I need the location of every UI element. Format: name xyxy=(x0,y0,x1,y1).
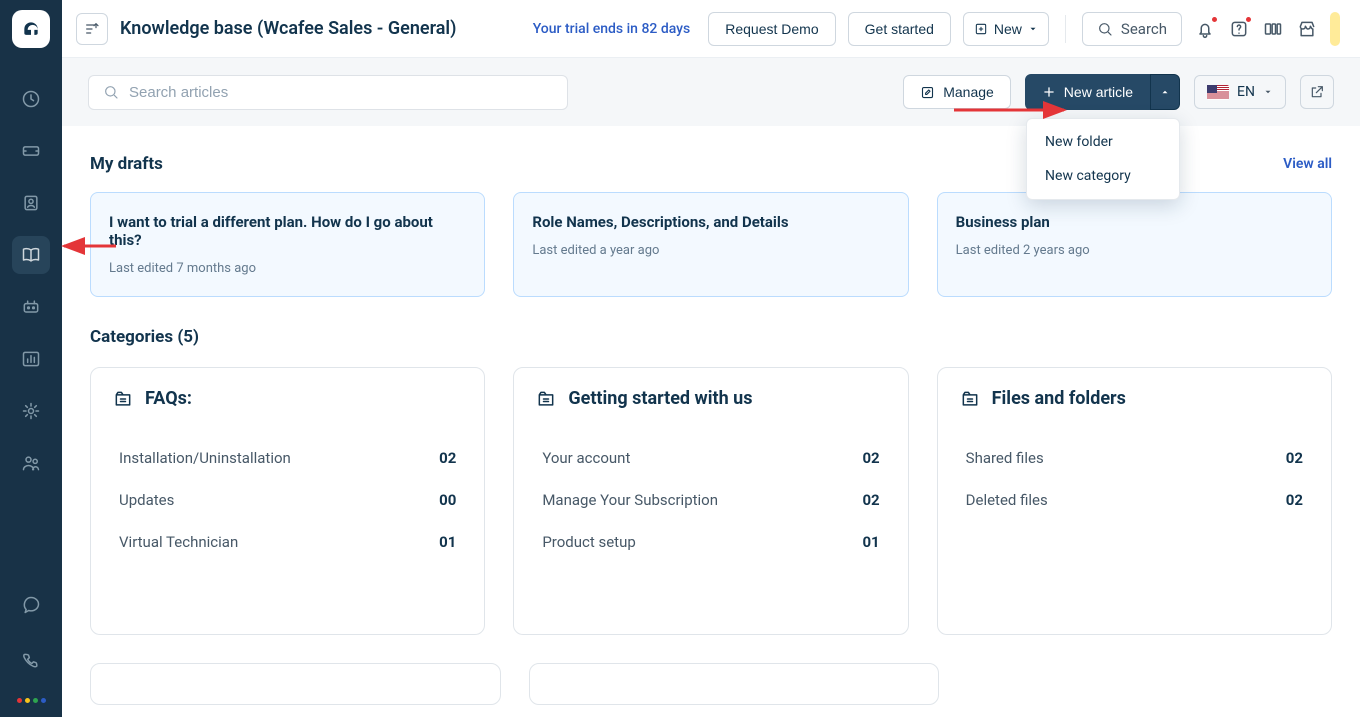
category-card[interactable] xyxy=(529,663,940,705)
language-selector[interactable]: EN xyxy=(1194,75,1286,109)
category-item[interactable]: Product setup01 xyxy=(536,521,885,563)
flag-us-icon xyxy=(1207,85,1229,100)
draft-card[interactable]: I want to trial a different plan. How do… xyxy=(90,192,485,297)
caret-up-icon xyxy=(1160,87,1170,97)
main-content: My drafts View all I want to trial a dif… xyxy=(62,126,1360,717)
new-button[interactable]: New xyxy=(963,12,1049,46)
nav-tickets[interactable] xyxy=(12,132,50,170)
search-icon xyxy=(103,84,119,100)
category-icon xyxy=(113,389,133,409)
get-started-button[interactable]: Get started xyxy=(848,12,951,46)
notifications-icon[interactable] xyxy=(1194,18,1216,40)
category-item[interactable]: Updates00 xyxy=(113,479,462,521)
plus-icon xyxy=(1042,85,1056,99)
nav-more[interactable] xyxy=(17,698,46,703)
category-card[interactable]: FAQs: Installation/Uninstallation02 Upda… xyxy=(90,367,485,635)
page-title: Knowledge base (Wcafee Sales - General) xyxy=(120,18,456,39)
category-item[interactable]: Shared files02 xyxy=(960,437,1309,479)
manage-button[interactable]: Manage xyxy=(903,75,1011,109)
category-icon xyxy=(960,389,980,409)
my-drafts-heading: My drafts xyxy=(90,154,163,174)
search-articles-input[interactable] xyxy=(129,84,553,101)
draft-meta: Last edited a year ago xyxy=(532,243,889,258)
category-item[interactable]: Installation/Uninstallation02 xyxy=(113,437,462,479)
manage-label: Manage xyxy=(943,84,994,100)
trial-notice[interactable]: Your trial ends in 82 days xyxy=(533,21,691,37)
global-search[interactable]: Search xyxy=(1082,12,1182,46)
nav-bot[interactable] xyxy=(12,288,50,326)
new-button-label: New xyxy=(994,21,1022,37)
nav-admin[interactable] xyxy=(12,392,50,430)
category-title: FAQs: xyxy=(145,388,192,409)
nav-crm[interactable] xyxy=(12,444,50,482)
category-card[interactable]: Files and folders Shared files02 Deleted… xyxy=(937,367,1332,635)
dropdown-new-folder[interactable]: New folder xyxy=(1027,125,1179,159)
new-article-dropdown: New folder New category xyxy=(1026,118,1180,200)
new-article-group: New article New folder New category xyxy=(1025,74,1180,110)
dropdown-new-category[interactable]: New category xyxy=(1027,159,1179,193)
draft-card[interactable]: Business plan Last edited 2 years ago xyxy=(937,192,1332,297)
category-item[interactable]: Manage Your Subscription02 xyxy=(536,479,885,521)
draft-title: Business plan xyxy=(956,213,1313,231)
new-article-button[interactable]: New article xyxy=(1025,74,1150,110)
nav-knowledge-base[interactable] xyxy=(12,236,50,274)
filter-button[interactable] xyxy=(76,13,108,45)
draft-card[interactable]: Role Names, Descriptions, and Details La… xyxy=(513,192,908,297)
kb-toolbar: Manage New article New folder New catego… xyxy=(62,58,1360,126)
category-title: Getting started with us xyxy=(568,388,752,409)
chevron-down-icon xyxy=(1263,87,1273,97)
new-article-dropdown-toggle[interactable] xyxy=(1150,74,1180,110)
category-card[interactable] xyxy=(90,663,501,705)
nav-dashboard[interactable] xyxy=(12,80,50,118)
category-title: Files and folders xyxy=(992,388,1126,409)
category-icon xyxy=(536,389,556,409)
search-label: Search xyxy=(1121,20,1167,38)
draft-title: I want to trial a different plan. How do… xyxy=(109,213,466,249)
request-demo-button[interactable]: Request Demo xyxy=(708,12,835,46)
apps-icon[interactable] xyxy=(1262,18,1284,40)
category-item[interactable]: Virtual Technician01 xyxy=(113,521,462,563)
help-icon[interactable] xyxy=(1228,18,1250,40)
nav-reports[interactable] xyxy=(12,340,50,378)
top-bar: Knowledge base (Wcafee Sales - General) … xyxy=(62,0,1360,58)
lang-label: EN xyxy=(1237,84,1255,100)
marketplace-icon[interactable] xyxy=(1296,18,1318,40)
view-all-link[interactable]: View all xyxy=(1283,156,1332,172)
draft-meta: Last edited 2 years ago xyxy=(956,243,1313,258)
nav-phone[interactable] xyxy=(12,642,50,680)
category-item[interactable]: Your account02 xyxy=(536,437,885,479)
category-item[interactable]: Deleted files02 xyxy=(960,479,1309,521)
nav-contacts[interactable] xyxy=(12,184,50,222)
draft-title: Role Names, Descriptions, and Details xyxy=(532,213,889,231)
category-card[interactable]: Getting started with us Your account02 M… xyxy=(513,367,908,635)
app-logo[interactable] xyxy=(12,10,50,48)
left-sidebar xyxy=(0,0,62,717)
search-articles-wrapper[interactable] xyxy=(88,75,568,110)
draft-meta: Last edited 7 months ago xyxy=(109,261,466,276)
open-external-button[interactable] xyxy=(1300,75,1334,109)
nav-chat[interactable] xyxy=(12,586,50,624)
new-article-label: New article xyxy=(1064,84,1133,100)
categories-heading: Categories (5) xyxy=(90,327,1332,347)
avatar[interactable] xyxy=(1330,12,1340,46)
